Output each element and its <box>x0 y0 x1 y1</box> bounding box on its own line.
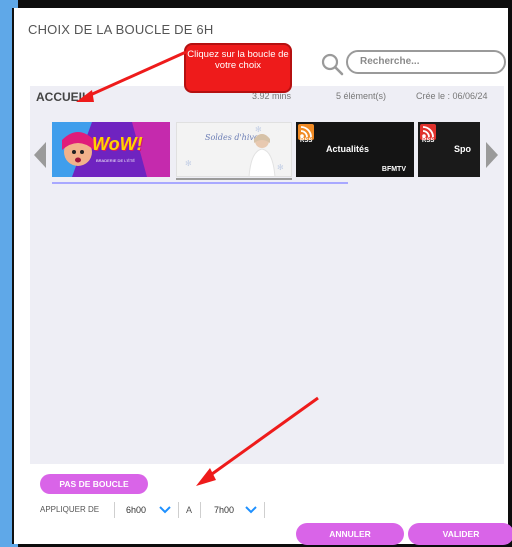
loop-created-date: Crée le : 06/06/24 <box>416 91 488 101</box>
arrow-right-icon[interactable] <box>486 142 498 168</box>
start-time-select[interactable]: 6h00 <box>126 505 146 515</box>
no-loop-button[interactable]: PAS DE BOUCLE <box>40 474 148 494</box>
divider <box>200 502 201 518</box>
to-label: A <box>186 505 193 515</box>
validate-button[interactable]: VALIDER <box>408 523 512 545</box>
loop-item-count: 5 élément(s) <box>336 91 387 101</box>
thumbnail-news-source: BFMTV <box>381 166 406 173</box>
loop-name: ACCUEIL <box>36 90 90 104</box>
arrow-left-icon[interactable] <box>34 142 46 168</box>
search-icon[interactable] <box>320 52 344 76</box>
end-time-select[interactable]: 7h00 <box>214 505 234 515</box>
carousel-scrollbar[interactable] <box>52 182 348 184</box>
thumbnail-braderie[interactable]: WoW! BRADERIE DE L'ÉTÉ <box>52 122 170 177</box>
rss-badge: RSS <box>300 138 313 144</box>
thumbnail-actualites[interactable]: RSS Actualités BFMTV <box>296 122 414 177</box>
dialog-title: CHOIX DE LA BOUCLE DE 6H <box>28 22 214 37</box>
loop-card[interactable]: ACCUEIL 3.92 mins 5 élément(s) Crée le :… <box>30 86 504 464</box>
snowflake-icon: ✻ <box>185 159 192 168</box>
cancel-button[interactable]: ANNULER <box>296 523 404 545</box>
thumbnail-sport-title: Spo <box>454 144 471 154</box>
thumbnail-soldes[interactable]: Soldes d'hiver ✻ ✻ ✻ <box>176 122 292 177</box>
thumbnail-wow-text: WoW! <box>92 134 143 154</box>
chevron-down-icon[interactable] <box>244 504 258 516</box>
thumbnail-divider <box>176 178 292 180</box>
rss-badge: RSS <box>422 138 435 144</box>
chevron-down-icon[interactable] <box>158 504 172 516</box>
divider <box>264 502 265 518</box>
divider <box>114 502 115 518</box>
search-input[interactable]: Recherche... <box>346 50 506 74</box>
model-figure <box>248 134 276 176</box>
thumbnail-news-title: Actualités <box>326 144 370 154</box>
divider <box>178 502 179 518</box>
loop-picker-dialog: CHOIX DE LA BOUCLE DE 6H Recherche... AC… <box>12 8 512 545</box>
thumbnail-sport[interactable]: RSS Spo <box>418 122 480 177</box>
thumbnail-wow-subtext: BRADERIE DE L'ÉTÉ <box>96 158 135 163</box>
help-callout: Cliquez sur la boucle de votre choix <box>184 43 292 93</box>
apply-from-label: APPLIQUER DE <box>40 505 100 514</box>
search-bar: Recherche... <box>320 50 506 76</box>
screen-frame: CHOIX DE LA BOUCLE DE 6H Recherche... AC… <box>0 0 512 547</box>
